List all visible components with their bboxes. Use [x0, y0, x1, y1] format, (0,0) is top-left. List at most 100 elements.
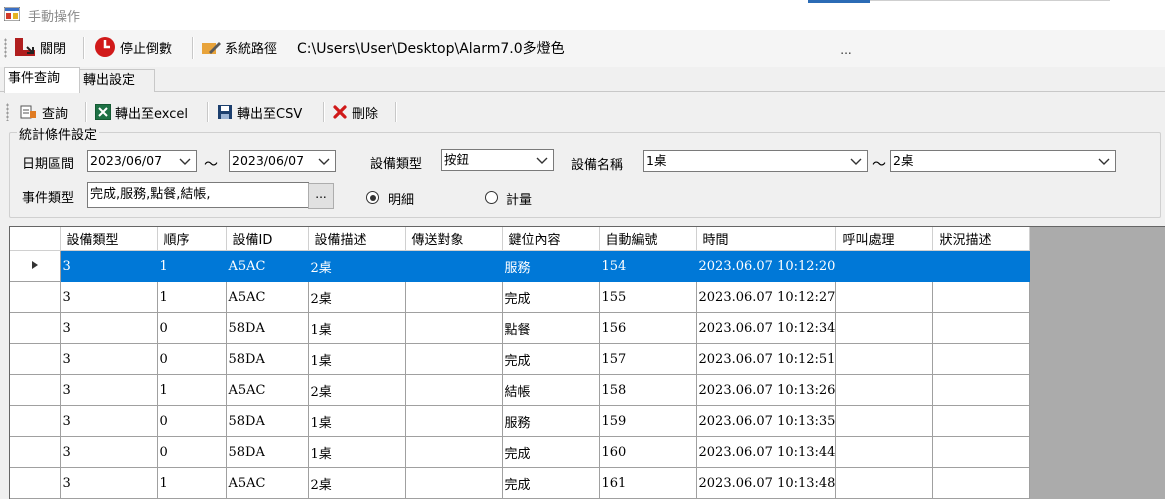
action-toolbar-grip[interactable] — [6, 103, 9, 121]
table-cell[interactable]: 完成 — [502, 343, 600, 375]
device-name-from-select[interactable]: 1桌 — [643, 150, 868, 172]
table-cell[interactable] — [932, 374, 1031, 406]
tab-event-query[interactable]: 事件查詢 — [4, 67, 80, 93]
table-cell[interactable]: 2桌 — [308, 374, 406, 406]
table-cell[interactable]: 1桌 — [308, 405, 406, 437]
column-header[interactable]: 順序 — [157, 227, 227, 251]
table-cell[interactable]: 2桌 — [308, 250, 406, 282]
radio-detail[interactable] — [366, 191, 379, 204]
table-cell[interactable]: 1桌 — [308, 312, 406, 344]
table-cell[interactable] — [405, 436, 503, 468]
table-row[interactable]: 3 0 58DA 1桌 完成 157 2023.06.07 10:12:51 — [10, 343, 1031, 375]
table-cell[interactable]: 158 — [599, 374, 697, 406]
table-cell[interactable]: 58DA — [226, 312, 309, 344]
table-cell[interactable] — [932, 250, 1031, 282]
grid-corner-header[interactable] — [10, 227, 61, 251]
event-data-grid[interactable]: 設備類型 順序 設備ID 設備描述 傳送對象 鍵位內容 自動編號 時間 呼叫處理… — [9, 226, 1165, 499]
table-cell[interactable]: 3 — [60, 250, 158, 282]
table-cell[interactable]: 0 — [157, 405, 227, 437]
table-cell[interactable]: 3 — [60, 312, 158, 344]
table-cell[interactable]: 1桌 — [308, 343, 406, 375]
export-excel-button[interactable]: 轉出至excel — [95, 100, 188, 124]
row-header[interactable] — [10, 405, 61, 437]
table-cell[interactable]: 58DA — [226, 436, 309, 468]
table-cell[interactable] — [932, 405, 1031, 437]
table-cell[interactable]: A5AC — [226, 374, 309, 406]
table-cell[interactable]: 1 — [157, 374, 227, 406]
row-header[interactable] — [10, 281, 61, 313]
table-cell[interactable] — [405, 250, 503, 282]
device-type-select[interactable]: 按鈕 — [441, 149, 554, 171]
system-path-button[interactable]: 系統路徑 — [201, 35, 277, 59]
close-button[interactable]: 關閉 — [14, 35, 66, 59]
table-cell[interactable]: A5AC — [226, 467, 309, 499]
column-header[interactable]: 自動編號 — [599, 227, 697, 251]
table-cell[interactable] — [835, 405, 934, 437]
table-cell[interactable]: 161 — [599, 467, 697, 499]
table-cell[interactable]: 2023.06.07 10:13:26 — [696, 374, 837, 406]
table-cell[interactable]: 0 — [157, 436, 227, 468]
table-cell[interactable]: 服務 — [502, 250, 600, 282]
table-row[interactable]: 3 1 A5AC 2桌 結帳 158 2023.06.07 10:13:26 — [10, 374, 1031, 406]
table-cell[interactable]: A5AC — [226, 281, 309, 313]
table-cell[interactable] — [835, 343, 934, 375]
table-cell[interactable]: 2023.06.07 10:12:27 — [696, 281, 837, 313]
table-cell[interactable]: 2023.06.07 10:12:20 — [696, 250, 837, 282]
table-cell[interactable]: 2023.06.07 10:13:48 — [696, 467, 837, 499]
table-cell[interactable] — [405, 405, 503, 437]
table-cell[interactable]: 1 — [157, 250, 227, 282]
query-button[interactable]: 查詢 — [20, 100, 68, 124]
event-type-field[interactable]: 完成,服務,點餐,結帳, — [87, 182, 309, 208]
table-cell[interactable]: 155 — [599, 281, 697, 313]
row-header[interactable] — [10, 374, 61, 406]
delete-button[interactable]: 刪除 — [332, 100, 378, 124]
table-cell[interactable]: 3 — [60, 281, 158, 313]
column-header[interactable]: 傳送對象 — [405, 227, 503, 251]
table-cell[interactable]: 結帳 — [502, 374, 600, 406]
table-cell[interactable] — [405, 374, 503, 406]
table-cell[interactable]: 2桌 — [308, 467, 406, 499]
date-from-picker[interactable]: 2023/06/07 — [87, 150, 197, 172]
table-cell[interactable] — [932, 312, 1031, 344]
column-header[interactable]: 狀況描述 — [932, 227, 1031, 251]
table-cell[interactable]: 3 — [60, 343, 158, 375]
table-cell[interactable]: A5AC — [226, 250, 309, 282]
column-header[interactable]: 時間 — [696, 227, 837, 251]
table-cell[interactable]: 2023.06.07 10:13:44 — [696, 436, 837, 468]
table-cell[interactable]: 58DA — [226, 405, 309, 437]
table-row[interactable]: 3 1 A5AC 2桌 完成 161 2023.06.07 10:13:48 — [10, 467, 1031, 499]
table-cell[interactable]: 服務 — [502, 405, 600, 437]
event-type-picker-button[interactable]: ... — [308, 183, 334, 209]
browse-path-button[interactable]: ... — [832, 36, 860, 62]
table-cell[interactable] — [932, 281, 1031, 313]
table-cell[interactable]: 154 — [599, 250, 697, 282]
radio-count[interactable] — [485, 191, 498, 204]
table-cell[interactable] — [932, 467, 1031, 499]
table-cell[interactable]: 0 — [157, 312, 227, 344]
table-cell[interactable]: 1桌 — [308, 436, 406, 468]
table-cell[interactable]: 160 — [599, 436, 697, 468]
table-cell[interactable]: 完成 — [502, 467, 600, 499]
device-name-to-select[interactable]: 2桌 — [890, 150, 1116, 172]
table-cell[interactable]: 3 — [60, 405, 158, 437]
table-cell[interactable]: 3 — [60, 467, 158, 499]
table-cell[interactable] — [835, 374, 934, 406]
row-header[interactable] — [10, 343, 61, 375]
table-cell[interactable]: 2023.06.07 10:12:51 — [696, 343, 837, 375]
table-cell[interactable]: 3 — [60, 374, 158, 406]
table-cell[interactable] — [932, 343, 1031, 375]
table-cell[interactable] — [835, 436, 934, 468]
table-cell[interactable] — [405, 312, 503, 344]
stop-countdown-button[interactable]: 停止倒數 — [94, 35, 172, 59]
table-cell[interactable] — [835, 250, 934, 282]
table-cell[interactable] — [835, 281, 934, 313]
table-cell[interactable]: 58DA — [226, 343, 309, 375]
column-header[interactable]: 設備類型 — [60, 227, 158, 251]
row-header[interactable] — [10, 467, 61, 499]
table-cell[interactable]: 159 — [599, 405, 697, 437]
row-header[interactable] — [10, 250, 61, 282]
table-cell[interactable]: 157 — [599, 343, 697, 375]
column-header[interactable]: 呼叫處理 — [835, 227, 934, 251]
table-cell[interactable]: 2023.06.07 10:13:35 — [696, 405, 837, 437]
table-cell[interactable]: 完成 — [502, 281, 600, 313]
